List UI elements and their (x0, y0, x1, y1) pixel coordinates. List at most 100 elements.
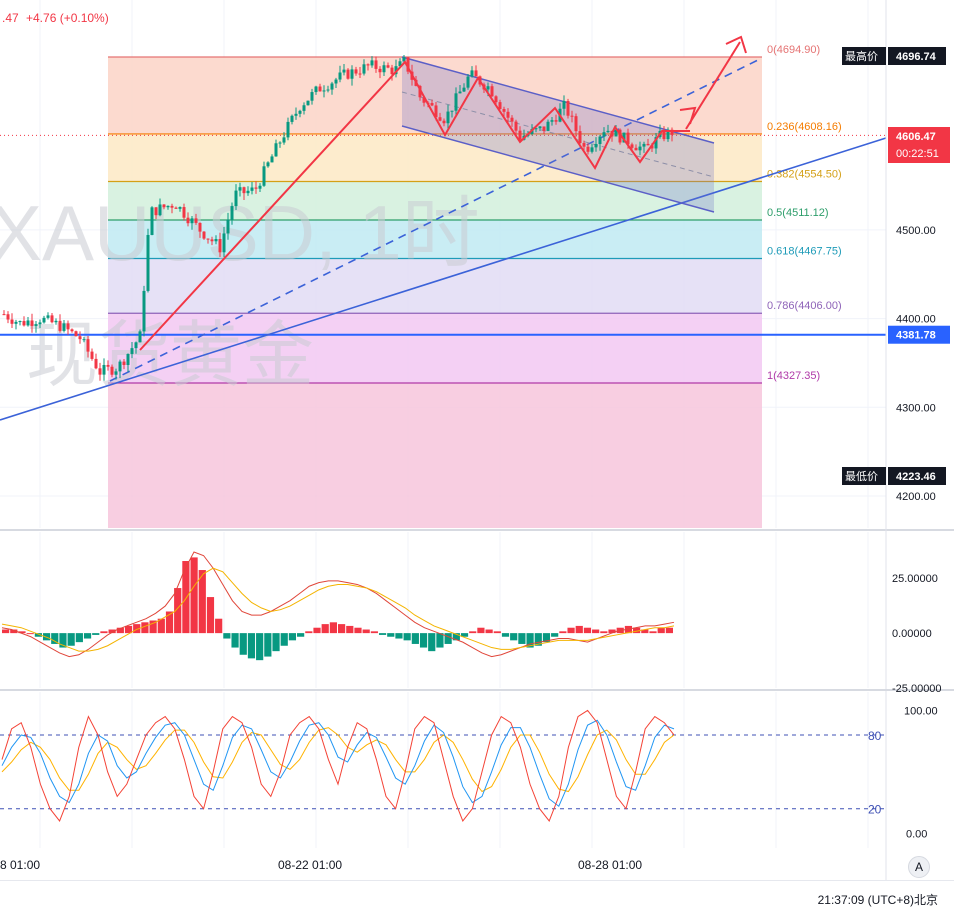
macd-histogram-bar (567, 627, 575, 634)
stoch-tick-label: 0.00 (906, 828, 927, 840)
candle-body (358, 73, 362, 75)
candle-body (178, 207, 182, 209)
fib-level-label-0.236: 0.236(4608.16) (767, 121, 842, 133)
candle-body (258, 185, 262, 189)
macd-histogram-bar (411, 633, 419, 644)
price-axis[interactable]: 4200.00 4300.00 4400.00 4500.00 最高价 4696.74 46… (842, 47, 950, 840)
current-price-label: 4606.47 (896, 131, 936, 143)
max-price-label: 4696.74 (896, 51, 937, 63)
candle-body (290, 115, 294, 122)
candle-body (118, 361, 122, 372)
macd-histogram-bar (477, 627, 485, 634)
macd-histogram-bar (305, 631, 313, 634)
candle-body (218, 239, 222, 253)
macd-pane[interactable] (0, 532, 954, 691)
candle-body (458, 91, 462, 94)
candle-body (106, 364, 110, 367)
macd-histogram-bar (362, 629, 370, 634)
candle-body (338, 72, 342, 80)
clock-display[interactable]: 21:37:09 (UTC+8)北京 (818, 891, 938, 908)
macd-histogram-bar (223, 633, 231, 639)
candle-body (82, 339, 86, 341)
auto-scale-button[interactable]: A (908, 856, 930, 878)
macd-histogram-bar (510, 633, 518, 641)
candle-body (202, 231, 206, 239)
candle-body (430, 103, 434, 106)
candle-body (110, 366, 114, 375)
candle-body (286, 121, 290, 138)
macd-histogram-bar (313, 627, 321, 634)
candle-body (302, 105, 306, 111)
time-axis[interactable]: 8 01:00 08-22 01:00 08-28 01:00 (0, 858, 642, 872)
candle-body (186, 217, 190, 224)
arrow-head-icon (725, 35, 747, 54)
candle-body (282, 137, 286, 143)
candle-body (146, 234, 150, 291)
candle-body (310, 92, 314, 101)
candle-body (594, 144, 598, 148)
macd-histogram-bar (231, 633, 239, 648)
min-price-label: 4223.46 (896, 471, 936, 483)
candle-body (66, 323, 70, 330)
macd-histogram-bar (559, 631, 567, 634)
candle-body (102, 364, 106, 375)
candle-body (142, 290, 146, 332)
macd-histogram-bar (329, 622, 337, 634)
macd-histogram-bar (354, 627, 362, 634)
candle-body (122, 361, 126, 366)
countdown-label: 00:22:51 (896, 148, 939, 160)
candle-body (22, 321, 26, 326)
candle-body (182, 207, 186, 218)
candle-body (546, 121, 550, 131)
candle-body (86, 339, 90, 352)
candle-body (342, 69, 346, 73)
candle-body (378, 68, 382, 73)
stoch-level-label: 20 (868, 803, 882, 817)
price-tick-label: 4400.00 (896, 314, 936, 326)
candle-body (18, 321, 22, 323)
macd-histogram-bar (419, 633, 428, 648)
fib-level-label-0: 0(4694.90) (767, 44, 820, 56)
candle-body (330, 83, 334, 90)
main-price-pane[interactable]: 0(4694.90) 0.236(4608.16) 0.382(4554.50) 0.… (0, 0, 954, 880)
macd-histogram-bar (297, 633, 305, 637)
candle-body (370, 60, 374, 66)
time-tick-label: 8 01:00 (0, 858, 40, 872)
macd-histogram-bar (657, 627, 665, 634)
candle-body (14, 321, 18, 324)
candle-body (50, 315, 54, 323)
macd-histogram-bar (665, 627, 673, 634)
candle-body (298, 110, 302, 114)
candle-body (274, 143, 278, 157)
macd-histogram-bar (321, 624, 329, 634)
fib-zone-1 (108, 383, 762, 528)
candle-body (262, 166, 266, 186)
chart-canvas[interactable]: 0(4694.90) 0.236(4608.16) 0.382(4554.50) 0.… (0, 0, 954, 912)
candle-body (6, 314, 10, 320)
macd-histogram-bar (551, 633, 559, 637)
candle-body (150, 207, 154, 235)
candle-body (26, 320, 30, 326)
candle-body (246, 190, 250, 194)
candle-body (510, 117, 514, 122)
candle-body (38, 322, 42, 325)
fib-level-label-0.382: 0.382(4554.50) (767, 169, 842, 181)
macd-histogram-bar (485, 629, 493, 634)
macd-histogram-bar (592, 629, 600, 634)
candle-body (62, 323, 66, 331)
candle-body (170, 205, 174, 208)
stochastic-pane[interactable]: 80 20 (0, 692, 886, 848)
macd-histogram-bar (272, 633, 280, 652)
candle-body (234, 190, 238, 207)
candle-body (54, 320, 58, 323)
macd-histogram-bar (493, 631, 501, 634)
candle-body (542, 126, 546, 131)
candle-body (582, 143, 586, 147)
candle-body (254, 187, 258, 189)
macd-histogram-bar (469, 631, 477, 634)
time-tick-label: 08-28 01:00 (578, 858, 642, 872)
candle-body (230, 206, 234, 220)
header-quote: .47 +4.76 (+0.10%) (2, 11, 109, 25)
candle-body (566, 101, 570, 116)
candle-body (590, 147, 594, 152)
